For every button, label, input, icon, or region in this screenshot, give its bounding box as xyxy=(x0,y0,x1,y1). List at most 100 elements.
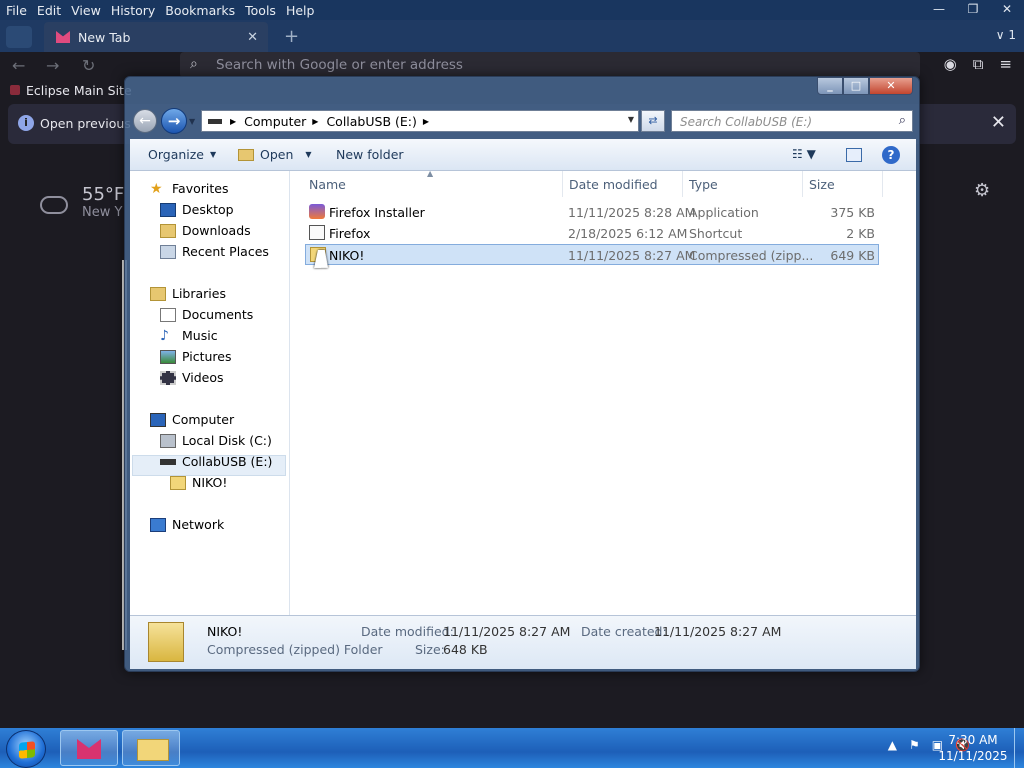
cloud-icon xyxy=(40,196,68,214)
nav-computer[interactable]: Computer xyxy=(150,412,234,427)
shortcut-icon xyxy=(309,225,325,240)
nav-recent-places[interactable]: Recent Places xyxy=(160,244,269,259)
desktop-icon xyxy=(160,202,176,217)
menu-help[interactable]: Help xyxy=(286,3,315,18)
search-icon: ⌕ xyxy=(190,56,198,72)
taskbar-explorer-button[interactable] xyxy=(122,730,180,766)
column-type[interactable]: Type xyxy=(683,171,803,197)
organize-button[interactable]: Organize ▼ xyxy=(148,147,216,162)
nav-documents[interactable]: Documents xyxy=(160,307,253,322)
nav-pictures[interactable]: Pictures xyxy=(160,349,232,364)
file-row-firefox[interactable]: Firefox 2/18/2025 6:12 AM Shortcut 2 KB xyxy=(305,223,879,244)
nav-label: Desktop xyxy=(182,202,234,217)
column-size[interactable]: Size xyxy=(803,171,883,197)
minimize-icon[interactable]: — xyxy=(922,0,956,20)
clock-date: 11/11/2025 xyxy=(938,749,1008,763)
file-row-firefox-installer[interactable]: Firefox Installer 11/11/2025 8:28 AM App… xyxy=(305,202,879,223)
open-button[interactable]: Open ▼ xyxy=(238,147,312,162)
nav-label: Music xyxy=(182,328,218,343)
nav-network[interactable]: Network xyxy=(150,517,224,532)
recent-pages-dropdown-icon[interactable]: ▼ xyxy=(189,117,195,126)
menu-bookmarks[interactable]: Bookmarks xyxy=(165,3,235,18)
menu-file[interactable]: File xyxy=(6,3,27,18)
clock[interactable]: 7:30 AM 11/11/2025 xyxy=(930,732,1016,764)
breadcrumb-separator[interactable]: ▶ xyxy=(230,117,236,126)
taskbar-firefox-button[interactable] xyxy=(60,730,118,766)
details-kind: Compressed (zipped) Folder xyxy=(207,642,383,657)
close-icon[interactable]: ✕ xyxy=(990,0,1024,20)
nav-label: NIKO! xyxy=(192,475,228,490)
account-icon[interactable]: ◉ xyxy=(944,55,957,73)
hamburger-menu-icon[interactable]: ≡ xyxy=(999,55,1012,73)
minimize-button[interactable]: _ xyxy=(817,77,843,95)
nav-niko[interactable]: NIKO! xyxy=(170,475,227,490)
file-date: 2/18/2025 6:12 AM xyxy=(568,226,688,241)
search-placeholder: Search CollabUSB (E:) xyxy=(680,115,813,129)
file-list: Name ▲ Date modified Type Size Firefox In… xyxy=(291,169,916,615)
menu-history[interactable]: History xyxy=(111,3,155,18)
new-folder-button[interactable]: New folder xyxy=(336,147,404,162)
help-icon[interactable]: ? xyxy=(882,146,900,164)
breadcrumb-computer[interactable]: Computer xyxy=(244,114,306,129)
breadcrumb-usb[interactable]: CollabUSB (E:) xyxy=(326,114,416,129)
gear-icon[interactable]: ⚙ xyxy=(974,180,990,201)
nav-music[interactable]: ♪ Music xyxy=(160,328,218,343)
details-size-label: Size: xyxy=(415,642,445,657)
nav-downloads[interactable]: Downloads xyxy=(160,223,251,238)
firefox-menubar: File Edit View History Bookmarks Tools H… xyxy=(0,0,1024,20)
show-hidden-icons-icon[interactable]: ▲ xyxy=(888,738,897,752)
show-desktop-button[interactable] xyxy=(1014,728,1024,768)
back-arrow-icon[interactable]: ← xyxy=(12,56,25,75)
nav-label: Videos xyxy=(182,370,224,385)
menu-view[interactable]: View xyxy=(71,3,101,18)
file-size: 649 KB xyxy=(830,248,875,263)
start-button[interactable] xyxy=(6,730,46,768)
extensions-icon[interactable]: ⧉ xyxy=(973,55,984,73)
change-view-button[interactable]: ☷ ▼ xyxy=(792,147,816,161)
firefox-view-button[interactable] xyxy=(6,26,32,48)
preview-pane-icon[interactable] xyxy=(846,148,862,162)
recent-places-icon xyxy=(160,244,176,259)
breadcrumb-separator[interactable]: ▶ xyxy=(312,117,318,126)
notice-close-icon[interactable]: ✕ xyxy=(991,112,1006,133)
nav-videos[interactable]: Videos xyxy=(160,370,224,385)
refresh-button[interactable]: ⇄ xyxy=(641,110,665,132)
file-size: 2 KB xyxy=(846,226,875,241)
nav-collabusb[interactable]: CollabUSB (E:) xyxy=(160,454,272,469)
address-dropdown-icon[interactable]: ▼ xyxy=(628,115,634,124)
search-icon[interactable]: ⌕ xyxy=(899,113,906,128)
back-button[interactable]: ← xyxy=(133,109,157,133)
menu-edit[interactable]: Edit xyxy=(37,3,61,18)
chevron-down-icon: ▼ xyxy=(210,150,217,159)
bookmark-eclipse[interactable]: Eclipse Main Site xyxy=(10,83,132,98)
tab-new-tab[interactable]: New Tab ✕ xyxy=(44,22,268,52)
nav-favorites[interactable]: ★ Favorites xyxy=(150,181,228,196)
nav-libraries[interactable]: Libraries xyxy=(150,286,226,301)
nav-desktop[interactable]: Desktop xyxy=(160,202,234,217)
forward-arrow-icon[interactable]: → xyxy=(46,56,59,75)
column-date-modified[interactable]: Date modified xyxy=(563,171,683,197)
breadcrumb-separator[interactable]: ▶ xyxy=(423,117,429,126)
column-name[interactable]: Name ▲ xyxy=(291,169,563,197)
list-all-tabs-button[interactable]: ∨ 1 xyxy=(996,28,1016,42)
url-bar[interactable]: ⌕ Search with Google or enter address xyxy=(180,52,920,78)
maximize-button[interactable]: □ xyxy=(843,77,869,95)
weather-widget[interactable]: 55°F New Y xyxy=(40,184,124,220)
videos-icon xyxy=(160,370,176,385)
forward-button[interactable]: → xyxy=(161,108,187,134)
address-bar[interactable]: ▶ Computer ▶ CollabUSB (E:) ▶ ▼ xyxy=(201,110,639,132)
file-row-niko[interactable]: NIKO! 11/11/2025 8:27 AM Compressed (zip… xyxy=(305,244,879,265)
close-button[interactable]: ✕ xyxy=(869,77,913,95)
details-size: 648 KB xyxy=(443,642,488,657)
action-center-flag-icon[interactable]: ⚑ xyxy=(909,738,920,752)
reload-icon[interactable]: ↻ xyxy=(82,56,95,75)
search-box[interactable]: Search CollabUSB (E:) ⌕ xyxy=(671,110,913,132)
nav-local-disk[interactable]: Local Disk (C:) xyxy=(160,433,272,448)
usb-drive-icon xyxy=(160,458,176,465)
firefox-toolbar-icons: ◉ ⧉ ≡ xyxy=(944,55,1012,73)
new-tab-plus-icon[interactable]: + xyxy=(284,26,299,47)
menu-tools[interactable]: Tools xyxy=(245,3,276,18)
file-type: Application xyxy=(689,205,759,220)
tab-close-icon[interactable]: ✕ xyxy=(247,30,258,45)
restore-icon[interactable]: ❐ xyxy=(956,0,990,20)
